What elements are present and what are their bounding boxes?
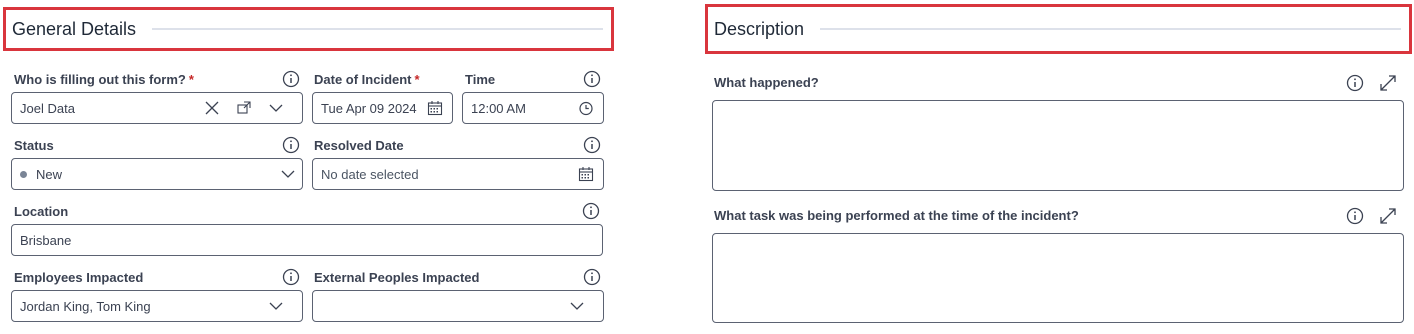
what-happened-textarea[interactable]: [712, 100, 1404, 191]
status-dot: [20, 170, 27, 178]
chevron-down-icon[interactable]: [268, 100, 284, 116]
info-icon[interactable]: [1346, 74, 1364, 92]
time-field[interactable]: 12:00 AM: [462, 92, 604, 124]
location-input[interactable]: Brisbane: [11, 224, 603, 256]
required-marker: *: [188, 72, 194, 87]
date-incident-label: Date of Incident *: [314, 72, 420, 87]
info-icon[interactable]: [583, 136, 601, 154]
date-incident-label-text: Date of Incident: [314, 72, 412, 87]
info-icon[interactable]: [583, 70, 601, 88]
who-filling-select[interactable]: Joel Data: [11, 92, 303, 124]
time-label: Time: [465, 72, 496, 87]
general-details-title: General Details: [12, 18, 137, 39]
info-icon[interactable]: [282, 268, 300, 286]
info-icon[interactable]: [282, 70, 300, 88]
status-label: Status: [14, 138, 54, 153]
resolved-date-field[interactable]: No date selected: [312, 158, 604, 190]
location-label: Location: [14, 204, 69, 219]
calendar-icon[interactable]: [427, 100, 443, 116]
expand-icon[interactable]: [1379, 74, 1397, 92]
chevron-down-icon[interactable]: [280, 166, 296, 182]
date-incident-value: Tue Apr 09 2024: [321, 100, 417, 116]
description-title: Description: [714, 18, 805, 39]
resolved-date-placeholder: No date selected: [321, 166, 419, 182]
task-performed-label: What task was being performed at the tim…: [714, 208, 1079, 223]
open-record-icon[interactable]: [236, 100, 252, 116]
chevron-down-icon[interactable]: [268, 298, 284, 314]
required-marker: *: [414, 72, 420, 87]
info-icon[interactable]: [1346, 207, 1364, 225]
description-header: Description: [705, 4, 1412, 54]
section-divider: [152, 28, 603, 30]
clear-icon[interactable]: [204, 100, 220, 116]
info-icon[interactable]: [282, 136, 300, 154]
status-value-wrapper: New: [20, 159, 62, 189]
who-filling-label: Who is filling out this form? *: [14, 72, 194, 87]
location-value: Brisbane: [20, 232, 72, 248]
general-details-header: General Details: [3, 7, 614, 51]
status-value: New: [36, 166, 63, 182]
who-filling-label-text: Who is filling out this form?: [14, 72, 186, 87]
employees-impacted-value: Jordan King, Tom King: [20, 298, 151, 314]
task-performed-textarea[interactable]: [712, 233, 1404, 323]
date-incident-field[interactable]: Tue Apr 09 2024: [312, 92, 453, 124]
chevron-down-icon[interactable]: [569, 298, 585, 314]
expand-icon[interactable]: [1379, 207, 1397, 225]
what-happened-label: What happened?: [714, 75, 819, 90]
who-filling-value: Joel Data: [20, 100, 75, 116]
info-icon[interactable]: [583, 268, 601, 286]
time-value: 12:00 AM: [471, 100, 526, 116]
employees-impacted-label: Employees Impacted: [14, 270, 144, 285]
employees-impacted-select[interactable]: Jordan King, Tom King: [11, 290, 303, 322]
external-peoples-label: External Peoples Impacted: [314, 270, 480, 285]
section-divider: [820, 28, 1401, 30]
status-select[interactable]: New: [11, 158, 303, 190]
clock-icon[interactable]: [578, 100, 594, 116]
calendar-icon[interactable]: [578, 166, 594, 182]
info-icon[interactable]: [582, 202, 600, 220]
resolved-date-label: Resolved Date: [314, 138, 404, 153]
external-peoples-select[interactable]: [312, 290, 604, 322]
